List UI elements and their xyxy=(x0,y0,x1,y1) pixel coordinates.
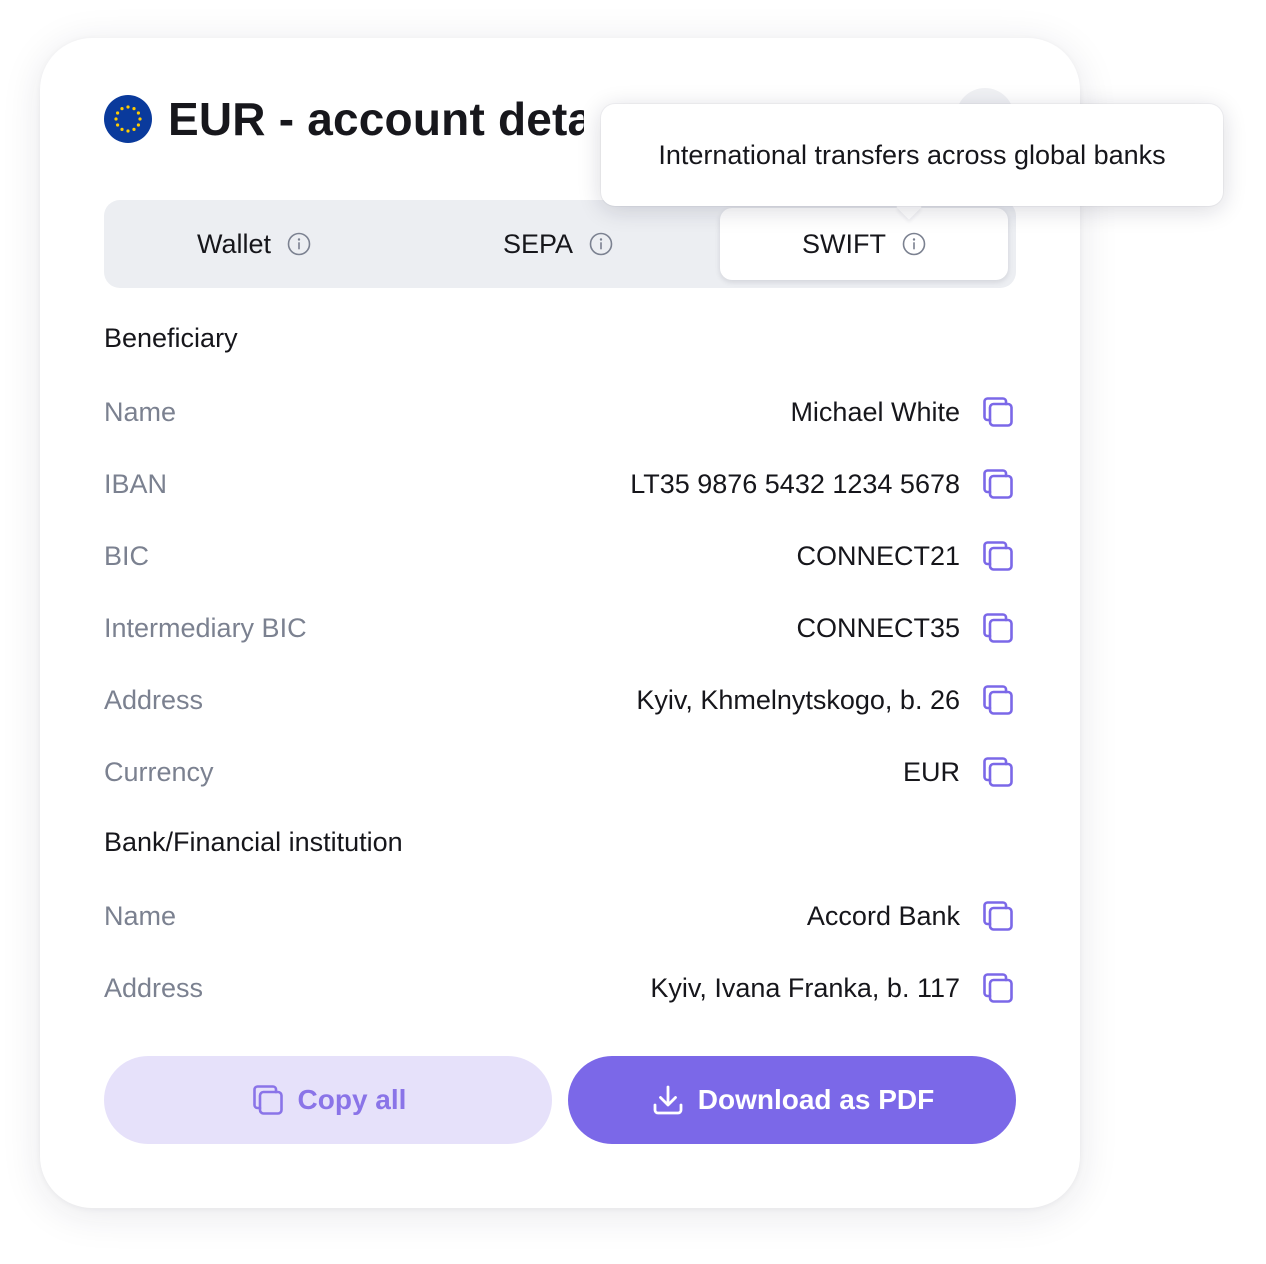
row-value: Kyiv, Ivana Franka, b. 117 xyxy=(650,972,960,1003)
row-value: CONNECT21 xyxy=(796,540,960,571)
detail-row: Name Michael White xyxy=(104,387,1016,437)
copy-all-label: Copy all xyxy=(297,1084,407,1115)
row-label: Address xyxy=(104,972,204,1003)
row-label: IBAN xyxy=(104,468,168,499)
info-icon[interactable] xyxy=(287,232,311,256)
row-value: CONNECT35 xyxy=(796,612,960,643)
detail-row: Address Kyiv, Khmelnytskogo, b. 26 xyxy=(104,675,1016,725)
tab-sepa[interactable]: SEPA xyxy=(408,208,708,280)
swift-tooltip: International transfers across global ba… xyxy=(601,104,1223,206)
copy-icon[interactable] xyxy=(980,754,1016,790)
bank-section-title: Bank/Financial institution xyxy=(104,827,403,857)
copy-icon[interactable] xyxy=(980,466,1016,502)
copy-icon[interactable] xyxy=(980,610,1016,646)
info-icon[interactable] xyxy=(589,232,613,256)
tab-label: Wallet xyxy=(196,228,271,259)
detail-row: BIC CONNECT21 xyxy=(104,531,1016,581)
copy-icon[interactable] xyxy=(980,682,1016,718)
download-pdf-button[interactable]: Download as PDF xyxy=(568,1056,1016,1144)
row-label: Intermediary BIC xyxy=(104,612,307,643)
detail-row: Currency EUR xyxy=(104,747,1016,797)
copy-icon[interactable] xyxy=(980,898,1016,934)
tooltip-text: International transfers across global ba… xyxy=(658,139,1166,170)
info-icon[interactable] xyxy=(902,232,926,256)
row-label: BIC xyxy=(104,540,150,571)
detail-row: Intermediary BIC CONNECT35 xyxy=(104,603,1016,653)
row-label: Name xyxy=(104,396,177,427)
row-label: Currency xyxy=(104,756,214,787)
copy-icon[interactable] xyxy=(980,970,1016,1006)
download-pdf-label: Download as PDF xyxy=(697,1084,935,1115)
detail-row: Name Accord Bank xyxy=(104,891,1016,941)
copy-icon xyxy=(250,1082,286,1118)
copy-icon[interactable] xyxy=(980,538,1016,574)
tab-swift[interactable]: SWIFT xyxy=(720,208,1008,280)
detail-row: IBAN LT35 9876 5432 1234 5678 xyxy=(104,459,1016,509)
account-details-card: EUR - account details Wallet SEPA SWIFT … xyxy=(40,38,1080,1208)
header: EUR - account details xyxy=(104,92,584,146)
row-label: Address xyxy=(104,684,204,715)
copy-all-button[interactable]: Copy all xyxy=(104,1056,552,1144)
download-icon xyxy=(650,1082,686,1118)
row-label: Name xyxy=(104,900,177,931)
tab-wallet[interactable]: Wallet xyxy=(104,208,404,280)
transfer-type-tabs: Wallet SEPA SWIFT xyxy=(104,200,1016,288)
eu-flag-icon xyxy=(104,95,152,143)
row-value: EUR xyxy=(902,756,960,787)
row-value: Michael White xyxy=(790,396,960,427)
page-title: EUR - account details xyxy=(168,93,584,145)
tab-label: SWIFT xyxy=(802,228,886,259)
beneficiary-section-title: Beneficiary xyxy=(104,323,238,353)
tab-label: SEPA xyxy=(502,228,574,259)
row-value: LT35 9876 5432 1234 5678 xyxy=(630,468,960,499)
row-value: Kyiv, Khmelnytskogo, b. 26 xyxy=(636,684,960,715)
copy-icon[interactable] xyxy=(980,394,1016,430)
detail-row: Address Kyiv, Ivana Franka, b. 117 xyxy=(104,963,1016,1013)
row-value: Accord Bank xyxy=(806,900,960,931)
